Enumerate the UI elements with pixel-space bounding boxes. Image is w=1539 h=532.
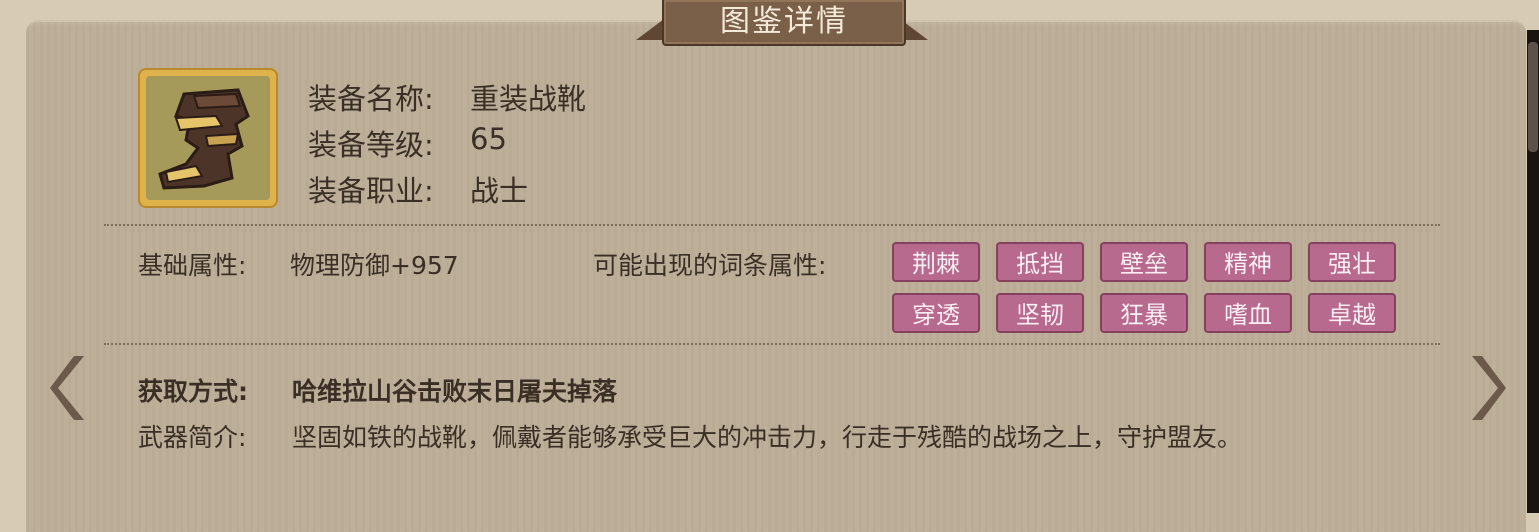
affix-tag[interactable]: 强壮 (1308, 242, 1396, 282)
divider-bottom (104, 343, 1440, 345)
chevron-left-icon[interactable] (50, 352, 90, 437)
base-attribute-label: 基础属性: (138, 251, 247, 280)
title-banner: 图鉴详情 (636, 0, 928, 48)
affix-tag[interactable]: 荆棘 (892, 242, 980, 282)
page-title: 图鉴详情 (720, 4, 848, 39)
equipment-class-label: 装备职业: (308, 174, 434, 208)
affix-tag[interactable]: 穿透 (892, 293, 980, 333)
equipment-level-value: 65 (470, 122, 507, 156)
affix-tag[interactable]: 狂暴 (1100, 293, 1188, 333)
base-attribute-value: 物理防御+957 (290, 251, 459, 280)
source-value: 哈维拉山谷击败末日屠夫掉落 (292, 377, 618, 406)
description-value: 坚固如铁的战靴，佩戴者能够承受巨大的冲击力，行走于残酷的战场之上，守护盟友。 (292, 423, 1243, 452)
affix-tag[interactable]: 嗜血 (1204, 293, 1292, 333)
equipment-icon-frame[interactable] (138, 68, 278, 208)
affix-tag[interactable]: 壁垒 (1100, 242, 1188, 282)
equipment-class-value: 战士 (470, 174, 529, 208)
armored-boots-icon (146, 76, 270, 200)
equipment-level-label: 装备等级: (308, 128, 434, 162)
equipment-name-label: 装备名称: (308, 82, 434, 116)
affix-tag[interactable]: 坚韧 (996, 293, 1084, 333)
source-label: 获取方式: (138, 377, 248, 406)
description-label: 武器简介: (138, 423, 247, 452)
equipment-name-value: 重装战靴 (470, 82, 587, 116)
scrollbar-thumb[interactable] (1528, 42, 1538, 152)
affix-label: 可能出现的词条属性: (593, 251, 827, 280)
affix-tag[interactable]: 卓越 (1308, 293, 1396, 333)
affix-tag[interactable]: 抵挡 (996, 242, 1084, 282)
chevron-right-icon[interactable] (1466, 352, 1506, 437)
divider-top (104, 224, 1440, 226)
affix-tag[interactable]: 精神 (1204, 242, 1292, 282)
